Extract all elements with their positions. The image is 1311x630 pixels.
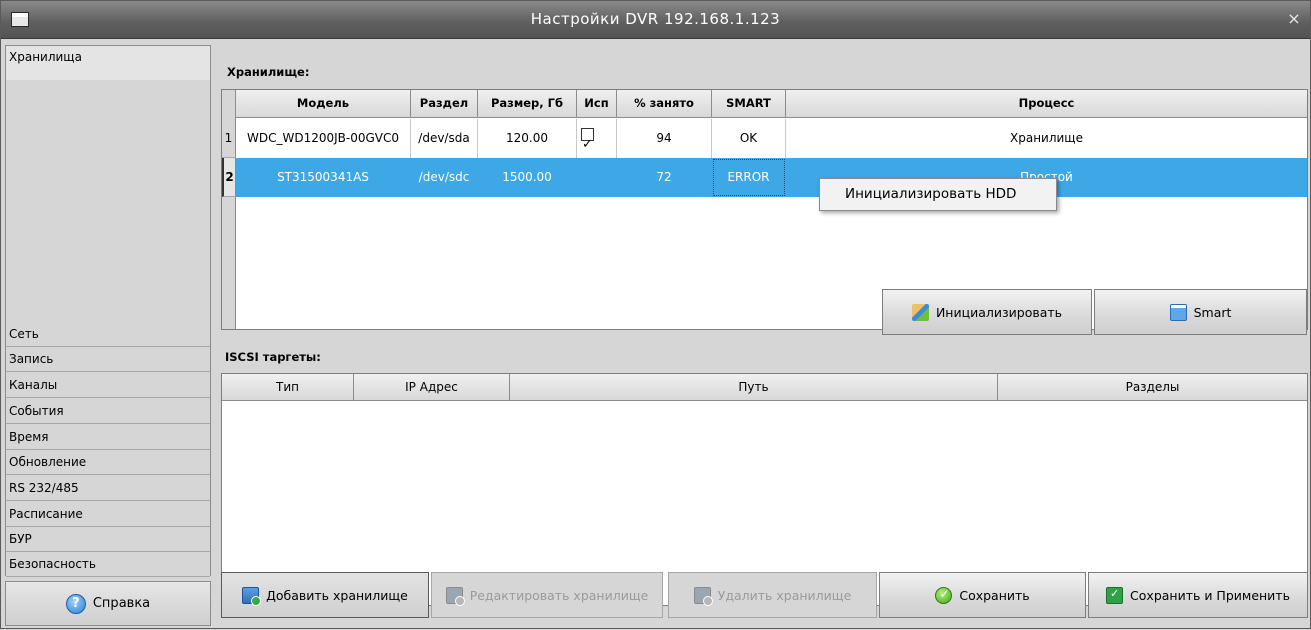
cell-percent: 94 xyxy=(617,119,712,158)
sidebar-item-rs232[interactable]: RS 232/485 xyxy=(6,477,210,501)
sidebar-item-bur[interactable]: БУР xyxy=(6,528,210,552)
sidebar-item-network[interactable]: Сеть xyxy=(6,323,210,347)
sidebar-item-recording[interactable]: Запись xyxy=(6,348,210,372)
table-row[interactable]: 1 WDC_WD1200JB-00GVC0 /dev/sda 120.00 94… xyxy=(222,119,1307,158)
close-icon[interactable]: × xyxy=(1286,10,1302,28)
table-row-selected[interactable]: 2 ST31500341AS /dev/sdc 1500.00 72 ERROR… xyxy=(222,158,1307,197)
sidebar: Хранилища Сеть Запись Каналы События Вре… xyxy=(5,45,211,577)
check-circle-icon xyxy=(935,586,953,604)
edit-storage-label: Редактировать хранилище xyxy=(469,587,649,603)
add-storage-button[interactable]: Добавить хранилище xyxy=(221,572,429,618)
sidebar-item-security[interactable]: Безопасность xyxy=(6,553,210,577)
initialize-button[interactable]: Инициализировать xyxy=(882,289,1092,335)
iscsi-section-label: ISCSI таргеты: xyxy=(225,350,321,364)
help-icon: ? xyxy=(65,593,86,614)
cell-model: ST31500341AS xyxy=(236,158,411,197)
row-number: 1 xyxy=(222,119,236,158)
save-apply-button[interactable]: Сохранить и Применить xyxy=(1088,572,1308,618)
col-model-header[interactable]: Модель xyxy=(236,90,411,118)
iscsi-col-ip-header[interactable]: IP Адрес xyxy=(354,374,510,401)
add-storage-label: Добавить хранилище xyxy=(266,587,408,603)
storage-add-icon xyxy=(242,586,262,606)
row-number: 2 xyxy=(222,158,236,197)
cell-partition: /dev/sda xyxy=(411,119,478,158)
save-apply-label: Сохранить и Применить xyxy=(1130,587,1290,603)
sidebar-item-channels[interactable]: Каналы xyxy=(6,374,210,398)
col-percent-header[interactable]: % занято xyxy=(617,90,712,118)
storage-edit-icon xyxy=(445,586,465,606)
menu-item-init-hdd[interactable]: Инициализировать HDD xyxy=(820,179,1056,210)
help-button[interactable]: ? Справка xyxy=(5,581,211,626)
cell-size: 1500.00 xyxy=(478,158,577,197)
sidebar-item-schedule[interactable]: Расписание xyxy=(6,503,210,527)
apply-icon xyxy=(1106,586,1124,604)
edit-storage-button[interactable]: Редактировать хранилище xyxy=(431,572,663,618)
iscsi-col-path-header[interactable]: Путь xyxy=(510,374,998,401)
col-size-header[interactable]: Размер, Гб xyxy=(478,90,577,118)
storage-delete-icon xyxy=(693,586,713,606)
cell-partition: /dev/sdc xyxy=(411,158,478,197)
used-checkbox[interactable] xyxy=(581,125,594,158)
iscsi-col-partitions-header[interactable]: Разделы xyxy=(998,374,1307,401)
sidebar-item-events[interactable]: События xyxy=(6,400,210,424)
context-menu: Инициализировать HDD xyxy=(819,178,1057,211)
cell-size: 120.00 xyxy=(478,119,577,158)
window-title: Настройки DVR 192.168.1.123 xyxy=(530,10,781,28)
save-button-label: Сохранить xyxy=(959,587,1030,603)
main-panel: Хранилище: Модель Раздел Размер, Гб Исп … xyxy=(215,45,1309,630)
smart-button-label: Smart xyxy=(1193,304,1232,320)
col-smart-header[interactable]: SMART xyxy=(712,90,786,118)
cell-process: Хранилище xyxy=(1010,131,1083,145)
cell-used xyxy=(577,119,617,158)
hourglass-icon xyxy=(911,303,929,321)
sidebar-item-time[interactable]: Время xyxy=(6,426,210,450)
cell-smart: ERROR xyxy=(712,158,786,197)
help-button-label: Справка xyxy=(92,596,151,611)
delete-storage-label: Удалить хранилище xyxy=(717,587,852,603)
settings-window: Настройки DVR 192.168.1.123 × Хранилища … xyxy=(0,0,1311,629)
save-button[interactable]: Сохранить xyxy=(879,572,1086,618)
col-process-header[interactable]: Процесс xyxy=(786,90,1307,118)
cell-smart: OK xyxy=(712,119,786,158)
sidebar-item-storage[interactable]: Хранилища xyxy=(6,46,210,80)
smart-icon xyxy=(1169,303,1187,321)
cell-percent: 72 xyxy=(617,158,712,197)
delete-storage-button[interactable]: Удалить хранилище xyxy=(668,572,877,618)
storage-section-label: Хранилище: xyxy=(227,65,310,79)
col-used-header[interactable]: Исп xyxy=(577,90,617,118)
sidebar-item-update[interactable]: Обновление xyxy=(6,451,210,475)
iscsi-col-type-header[interactable]: Тип xyxy=(222,374,354,401)
smart-button[interactable]: Smart xyxy=(1094,289,1307,335)
initialize-button-label: Инициализировать xyxy=(935,304,1063,320)
cell-used xyxy=(577,158,617,197)
title-bar: Настройки DVR 192.168.1.123 × xyxy=(1,1,1310,39)
cell-model: WDC_WD1200JB-00GVC0 xyxy=(236,119,411,158)
col-partition-header[interactable]: Раздел xyxy=(411,90,478,118)
